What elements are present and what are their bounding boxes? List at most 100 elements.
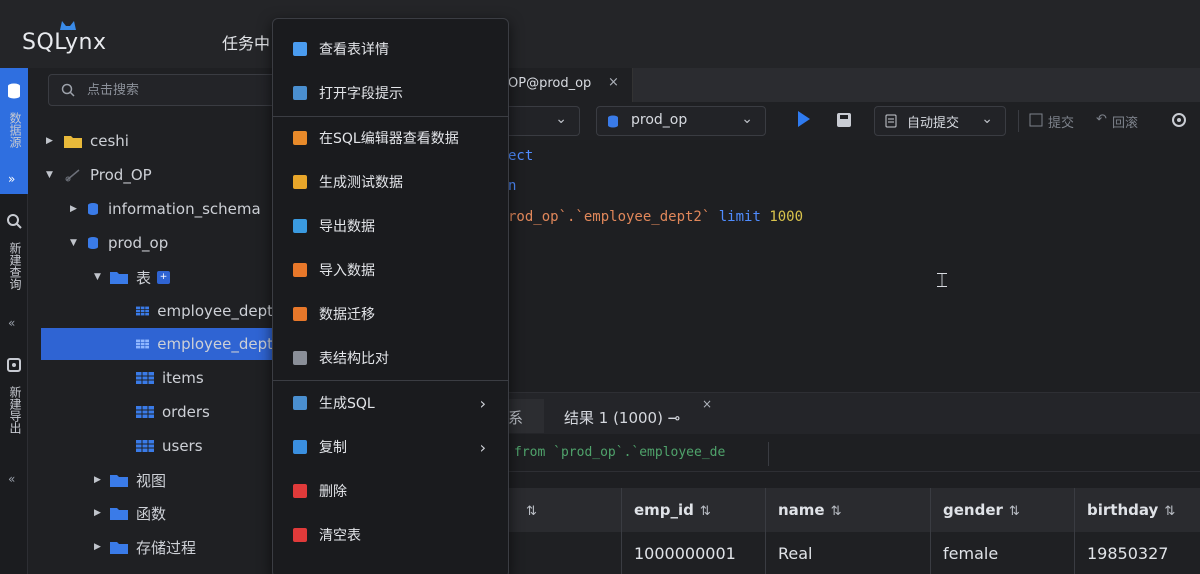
activity-datasource[interactable]: 数据源 »: [0, 68, 28, 194]
search-icon: [61, 83, 75, 97]
editor-tab-strip: OP@prod_op ×: [508, 68, 1200, 102]
close-icon[interactable]: ×: [702, 397, 712, 411]
menu-item-generate-sql[interactable]: 生成SQL ›: [273, 381, 508, 425]
export-icon: [7, 358, 21, 372]
connection-select[interactable]: ⌄: [508, 106, 580, 136]
code-line-1: ect: [508, 148, 534, 164]
chevron-right-icon: ›: [479, 437, 486, 457]
caret-right-icon[interactable]: ▶: [46, 136, 58, 146]
tree-item-information-schema[interactable]: ▶ information_schema: [28, 193, 273, 225]
sort-icon[interactable]: ⇅: [1164, 504, 1175, 519]
caret-down-icon[interactable]: ▼: [46, 170, 58, 180]
table-cell[interactable]: 19850327: [1075, 532, 1200, 574]
menu-item-view-table-details[interactable]: 查看表详情: [273, 27, 508, 71]
import-icon: [293, 263, 307, 277]
menu-item-generate-test-data[interactable]: 生成测试数据: [273, 160, 508, 204]
save-icon[interactable]: [836, 112, 852, 128]
table-cell[interactable]: Real: [766, 532, 931, 574]
menu-item-truncate-table[interactable]: 清空表: [273, 513, 508, 557]
caret-down-icon[interactable]: ▼: [94, 272, 106, 282]
menu-item-compare-structure[interactable]: 表结构比对: [273, 336, 508, 380]
activity-new-query[interactable]: 新建查询 «: [0, 202, 28, 342]
autocommit-select[interactable]: 自动提交 ⌄: [874, 106, 1006, 136]
search-input[interactable]: [87, 80, 267, 100]
column-header-emp-id[interactable]: emp_id ⇅: [622, 488, 766, 532]
column-header-index[interactable]: ⇅: [508, 488, 622, 532]
results-tab-1[interactable]: 结果 1 (1000) ⊸ ×: [544, 397, 716, 433]
editor-icon: [293, 131, 307, 145]
tree-item-table-orders[interactable]: orders: [28, 396, 273, 428]
folder-open-icon: [110, 272, 128, 284]
expand-chevron-icon[interactable]: »: [8, 172, 15, 186]
eye-icon: [293, 42, 307, 56]
tree-item-table-selected[interactable]: employee_dept: [41, 328, 273, 360]
run-button[interactable]: [798, 111, 810, 127]
table-cell[interactable]: female: [931, 532, 1075, 574]
menu-item-view-data-in-editor[interactable]: 在SQL编辑器查看数据: [273, 116, 508, 160]
pin-icon[interactable]: ⊸: [668, 409, 681, 427]
tree-item-table-users[interactable]: users: [28, 430, 273, 462]
editor-tab[interactable]: OP@prod_op ×: [508, 68, 633, 102]
tree-item-procedures-folder[interactable]: ▶ 存储过程: [28, 531, 273, 563]
rollback-button[interactable]: 回滚: [1112, 112, 1138, 131]
sort-icon[interactable]: ⇅: [700, 504, 711, 519]
table-cell[interactable]: 1000000001: [622, 532, 766, 574]
sql-editor[interactable]: ect n rod_op`.`employee_dept2` limit 100…: [508, 140, 1200, 392]
folder-icon: [110, 542, 128, 554]
editor-toolbar: ⌄ prod_op ⌄ 自动提交 ⌄ 提交 ↶ 回滚: [508, 102, 1200, 140]
table-cell[interactable]: [508, 532, 622, 574]
column-header-gender[interactable]: gender ⇅: [931, 488, 1075, 532]
database-select[interactable]: prod_op ⌄: [596, 106, 766, 136]
activity-new-export[interactable]: 新建导出 «: [0, 348, 28, 488]
tree-item-prod-op-schema[interactable]: ▼ prod_op: [28, 227, 273, 259]
tree-item-table[interactable]: employee_dept: [28, 295, 273, 327]
chart-icon: [293, 175, 307, 189]
sort-icon[interactable]: ⇅: [831, 504, 842, 519]
collapse-chevron-icon[interactable]: «: [8, 472, 15, 486]
tree-item-views-folder[interactable]: ▶ 视图: [28, 464, 273, 496]
caret-down-icon[interactable]: ▼: [70, 238, 82, 248]
table-badge-icon: +: [157, 270, 171, 284]
schema-icon: [88, 237, 98, 249]
menu-item-import-data[interactable]: 导入数据: [273, 248, 508, 292]
column-header-name[interactable]: name ⇅: [766, 488, 931, 532]
caret-right-icon[interactable]: ▶: [94, 542, 106, 552]
sql-icon: [293, 396, 307, 410]
tree-item-ceshi[interactable]: ▶ ceshi: [28, 125, 273, 157]
hint-icon: [293, 86, 307, 100]
tree-item-prod-op-connection[interactable]: ▼ Prod_OP: [28, 159, 273, 191]
document-icon: [885, 114, 897, 128]
folder-icon: [64, 136, 82, 148]
sidebar-search[interactable]: [48, 74, 278, 106]
tree-item-tables-folder[interactable]: ▼ 表 +: [28, 261, 273, 293]
context-menu: 查看表详情 打开字段提示 在SQL编辑器查看数据 生成测试数据 导出数据 导入数…: [272, 18, 509, 574]
commit-button[interactable]: 提交: [1048, 112, 1074, 131]
menu-item-export-data[interactable]: 导出数据: [273, 204, 508, 248]
connection-icon: [65, 169, 80, 182]
results-tab-messages[interactable]: 系: [508, 399, 544, 433]
folder-icon: [110, 508, 128, 520]
code-line-2: n: [508, 178, 517, 194]
tree-item-table-items[interactable]: items: [28, 362, 273, 394]
gear-icon[interactable]: [1170, 111, 1188, 129]
menu-item-data-migration[interactable]: 数据迁移: [273, 292, 508, 336]
caret-right-icon[interactable]: ▶: [94, 475, 106, 485]
sort-icon[interactable]: ⇅: [1009, 504, 1020, 519]
caret-right-icon[interactable]: ▶: [94, 508, 106, 518]
code-line-3: rod_op`.`employee_dept2` limit 1000: [508, 209, 804, 225]
migration-icon: [293, 307, 307, 321]
menu-item-copy[interactable]: 复制 ›: [273, 425, 508, 469]
tree-item-functions-folder[interactable]: ▶ 函数: [28, 497, 273, 529]
caret-right-icon[interactable]: ▶: [70, 204, 82, 214]
sort-icon[interactable]: ⇅: [526, 504, 537, 519]
truncate-icon: [293, 528, 307, 542]
result-sql-bar: from `prod_op`.`employee_de: [508, 436, 1200, 472]
top-menu-tasks[interactable]: 任务中: [222, 30, 270, 54]
column-header-birthday[interactable]: birthday ⇅: [1075, 488, 1200, 532]
collapse-chevron-icon[interactable]: «: [8, 316, 15, 330]
menu-item-delete[interactable]: 删除: [273, 469, 508, 513]
menu-item-open-field-hints[interactable]: 打开字段提示: [273, 71, 508, 115]
query-icon: [7, 214, 22, 229]
close-icon[interactable]: ×: [608, 75, 619, 90]
results-tabs: 系 结果 1 (1000) ⊸ ×: [508, 392, 1200, 434]
